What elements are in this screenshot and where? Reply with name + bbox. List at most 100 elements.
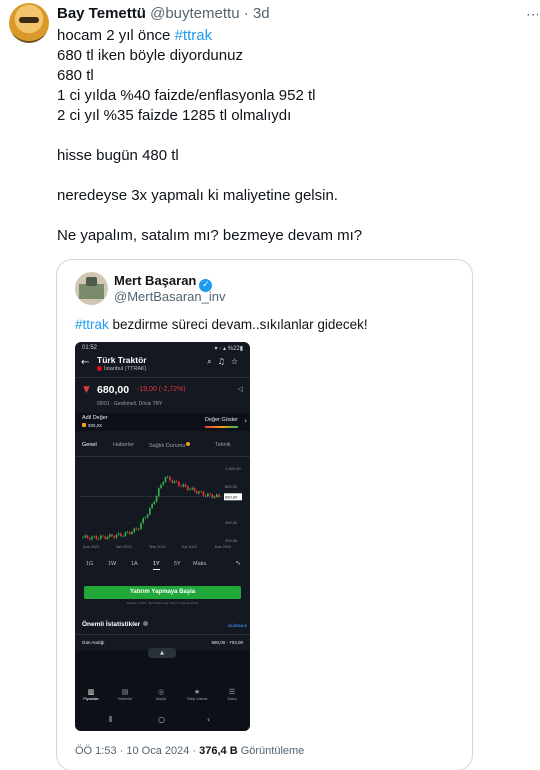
- candle-body: [173, 481, 176, 483]
- candle-body: [86, 535, 89, 538]
- globe-icon: ◎: [157, 688, 165, 696]
- candle-body: [93, 536, 95, 537]
- candle-body: [122, 536, 124, 537]
- tweet-line: 1 ci yılda %40 faizde/enflasyonla 952 tl: [57, 87, 316, 104]
- tweet-line-gap: [57, 126, 362, 146]
- candle-body: [166, 476, 169, 478]
- home-icon: ○: [158, 715, 165, 724]
- candle-body: [100, 535, 102, 539]
- x-tick-label: Ner 2023: [116, 545, 132, 549]
- view-count: 376,4 B: [199, 745, 238, 757]
- quoted-author-avatar[interactable]: [75, 272, 108, 305]
- tweet-line: Ne yapalım, satalım mı? bezmeye devam mı…: [57, 227, 363, 244]
- day-range-label: Gün Aralığı: [82, 640, 105, 645]
- stock-title: Türk Traktör: [97, 355, 147, 365]
- range-5y: 5Y: [174, 561, 181, 567]
- candle-body: [95, 536, 98, 540]
- flag-icon: [97, 366, 102, 372]
- candle-body: [126, 532, 129, 533]
- candle-body: [146, 514, 149, 518]
- candle-body: [162, 481, 165, 485]
- x-tick-label: Eyl 2023: [182, 545, 197, 549]
- candle-body: [184, 484, 187, 487]
- quoted-tweet-text: #ttrak bezdirme süreci devam..sıkılanlar…: [75, 317, 368, 332]
- price-date: 09/01 · Gecikmeli. Döviz TRY: [97, 401, 163, 407]
- price-chart: 1.000,00 800,00 680,00 400,00 200,00 Şub 2023…: [81, 466, 242, 549]
- menu-icon: ☰: [228, 688, 236, 696]
- tweet-time[interactable]: 3d: [253, 5, 270, 22]
- nav-daha: ☰ Daha: [216, 687, 248, 701]
- day-range-value: 680,00 - 703,00: [211, 640, 243, 645]
- author-name[interactable]: Bay Temettü: [57, 5, 146, 22]
- star-icon: ☆: [230, 357, 244, 366]
- badge-dot: [186, 442, 191, 446]
- edit-link: DÜZENLE: [228, 623, 247, 628]
- candle-body: [149, 508, 151, 515]
- app-tabs: Genel Haberler Sağlık Durumu Teknik: [75, 437, 250, 455]
- candle-body: [84, 535, 87, 538]
- more-options-icon[interactable]: ⋯: [526, 6, 538, 20]
- recent-apps-icon: ⦀: [109, 715, 113, 724]
- app-screenshot[interactable]: 01:52 ▾ ◦ ▴ %22▮ ← Türk Traktör İstanbul…: [75, 342, 250, 731]
- candle-body: [144, 517, 147, 519]
- candle-body: [191, 487, 194, 490]
- candle-body: [129, 532, 131, 535]
- candle-body: [142, 518, 144, 524]
- candle-body: [115, 534, 118, 538]
- divider: [75, 377, 250, 378]
- tab-saglik-durumu: Sağlık Durumu: [149, 442, 191, 449]
- candle-body: [218, 494, 220, 497]
- candle-body: [195, 491, 198, 494]
- candle-body: [91, 536, 93, 540]
- candle-body: [178, 481, 180, 486]
- quoted-author-handle[interactable]: @MertBasaran_inv: [114, 289, 225, 305]
- divider: [75, 456, 250, 457]
- chevron-up-icon: ▲: [148, 648, 176, 658]
- view-label: Görüntüleme: [237, 745, 305, 757]
- back-icon: ‹: [207, 715, 211, 724]
- nav-kucuk: ◎ Küçük: [145, 687, 177, 701]
- fair-value-label: Adil Değer: [82, 415, 108, 421]
- candle-body: [124, 532, 127, 537]
- stock-price: 680,00: [97, 384, 130, 396]
- range-selector: 1G 1W 1A 1Y 5Y Maks. ∿: [75, 559, 250, 571]
- tweet-line: hisse bugün 480 tl: [57, 147, 179, 164]
- bell-plus-icon: ♫: [217, 357, 231, 366]
- candle-body: [97, 538, 100, 540]
- candle-body: [133, 528, 136, 532]
- fair-value-bar: Adil Değer xxx,xx Değer Göster ›: [75, 413, 250, 431]
- candle-body: [113, 536, 116, 538]
- candle-body: [131, 531, 133, 535]
- tweet-line: 2 ci yıl %35 faizde 1285 tl olmalıydı: [57, 107, 292, 124]
- hashtag-link[interactable]: #ttrak: [75, 317, 109, 332]
- x-tick-label: Tem 2023: [149, 545, 166, 549]
- author-avatar[interactable]: [9, 3, 49, 43]
- info-icon: [143, 621, 149, 626]
- tweet-line: 680 tl iken böyle diyordunuz: [57, 47, 243, 64]
- candle-body: [193, 487, 196, 492]
- tweet-header: Bay Temettü @buytemettu · 3d: [57, 5, 270, 23]
- tweet-line: neredeyse 3x yapmalı ki maliyetine gelsi…: [57, 187, 338, 204]
- candle-body: [111, 534, 113, 537]
- candle-body: [158, 488, 160, 496]
- share-icon: ◁: [237, 385, 243, 393]
- range-1w: 1W: [108, 561, 117, 567]
- y-tick-label: 400,00: [225, 520, 238, 525]
- android-nav-bar: ⦀ ○ ‹: [75, 711, 250, 731]
- candle-body: [204, 495, 207, 497]
- hashtag-link[interactable]: #ttrak: [175, 27, 213, 44]
- tab-teknik: Teknik: [215, 442, 231, 448]
- author-handle[interactable]: @buytemettu: [150, 5, 239, 22]
- line-chart-icon: ∿: [235, 559, 241, 567]
- tweet-timestamp: ÖÖ 1:53 · 10 Oca 2024 ·: [75, 745, 200, 757]
- separator-dot: ·: [243, 5, 249, 22]
- chevron-right-icon: ›: [244, 417, 247, 425]
- price-change: -19,00 (-2,72%): [137, 386, 186, 393]
- quoted-tweet[interactable]: Mert Başaran ✓ @MertBasaran_inv #ttrak be…: [56, 259, 473, 770]
- status-icons: ▾ ◦ ▴ %22▮: [214, 346, 243, 352]
- app-bottom-nav: ▥ Piyasalar ▤ Haberler ◎ Küçük ★ Takip Liste…: [75, 685, 250, 711]
- bar-chart-icon: ▥: [87, 688, 95, 696]
- candle-body: [189, 489, 191, 490]
- x-tick-label: Şub 2023: [83, 545, 99, 549]
- candle-body: [102, 535, 104, 537]
